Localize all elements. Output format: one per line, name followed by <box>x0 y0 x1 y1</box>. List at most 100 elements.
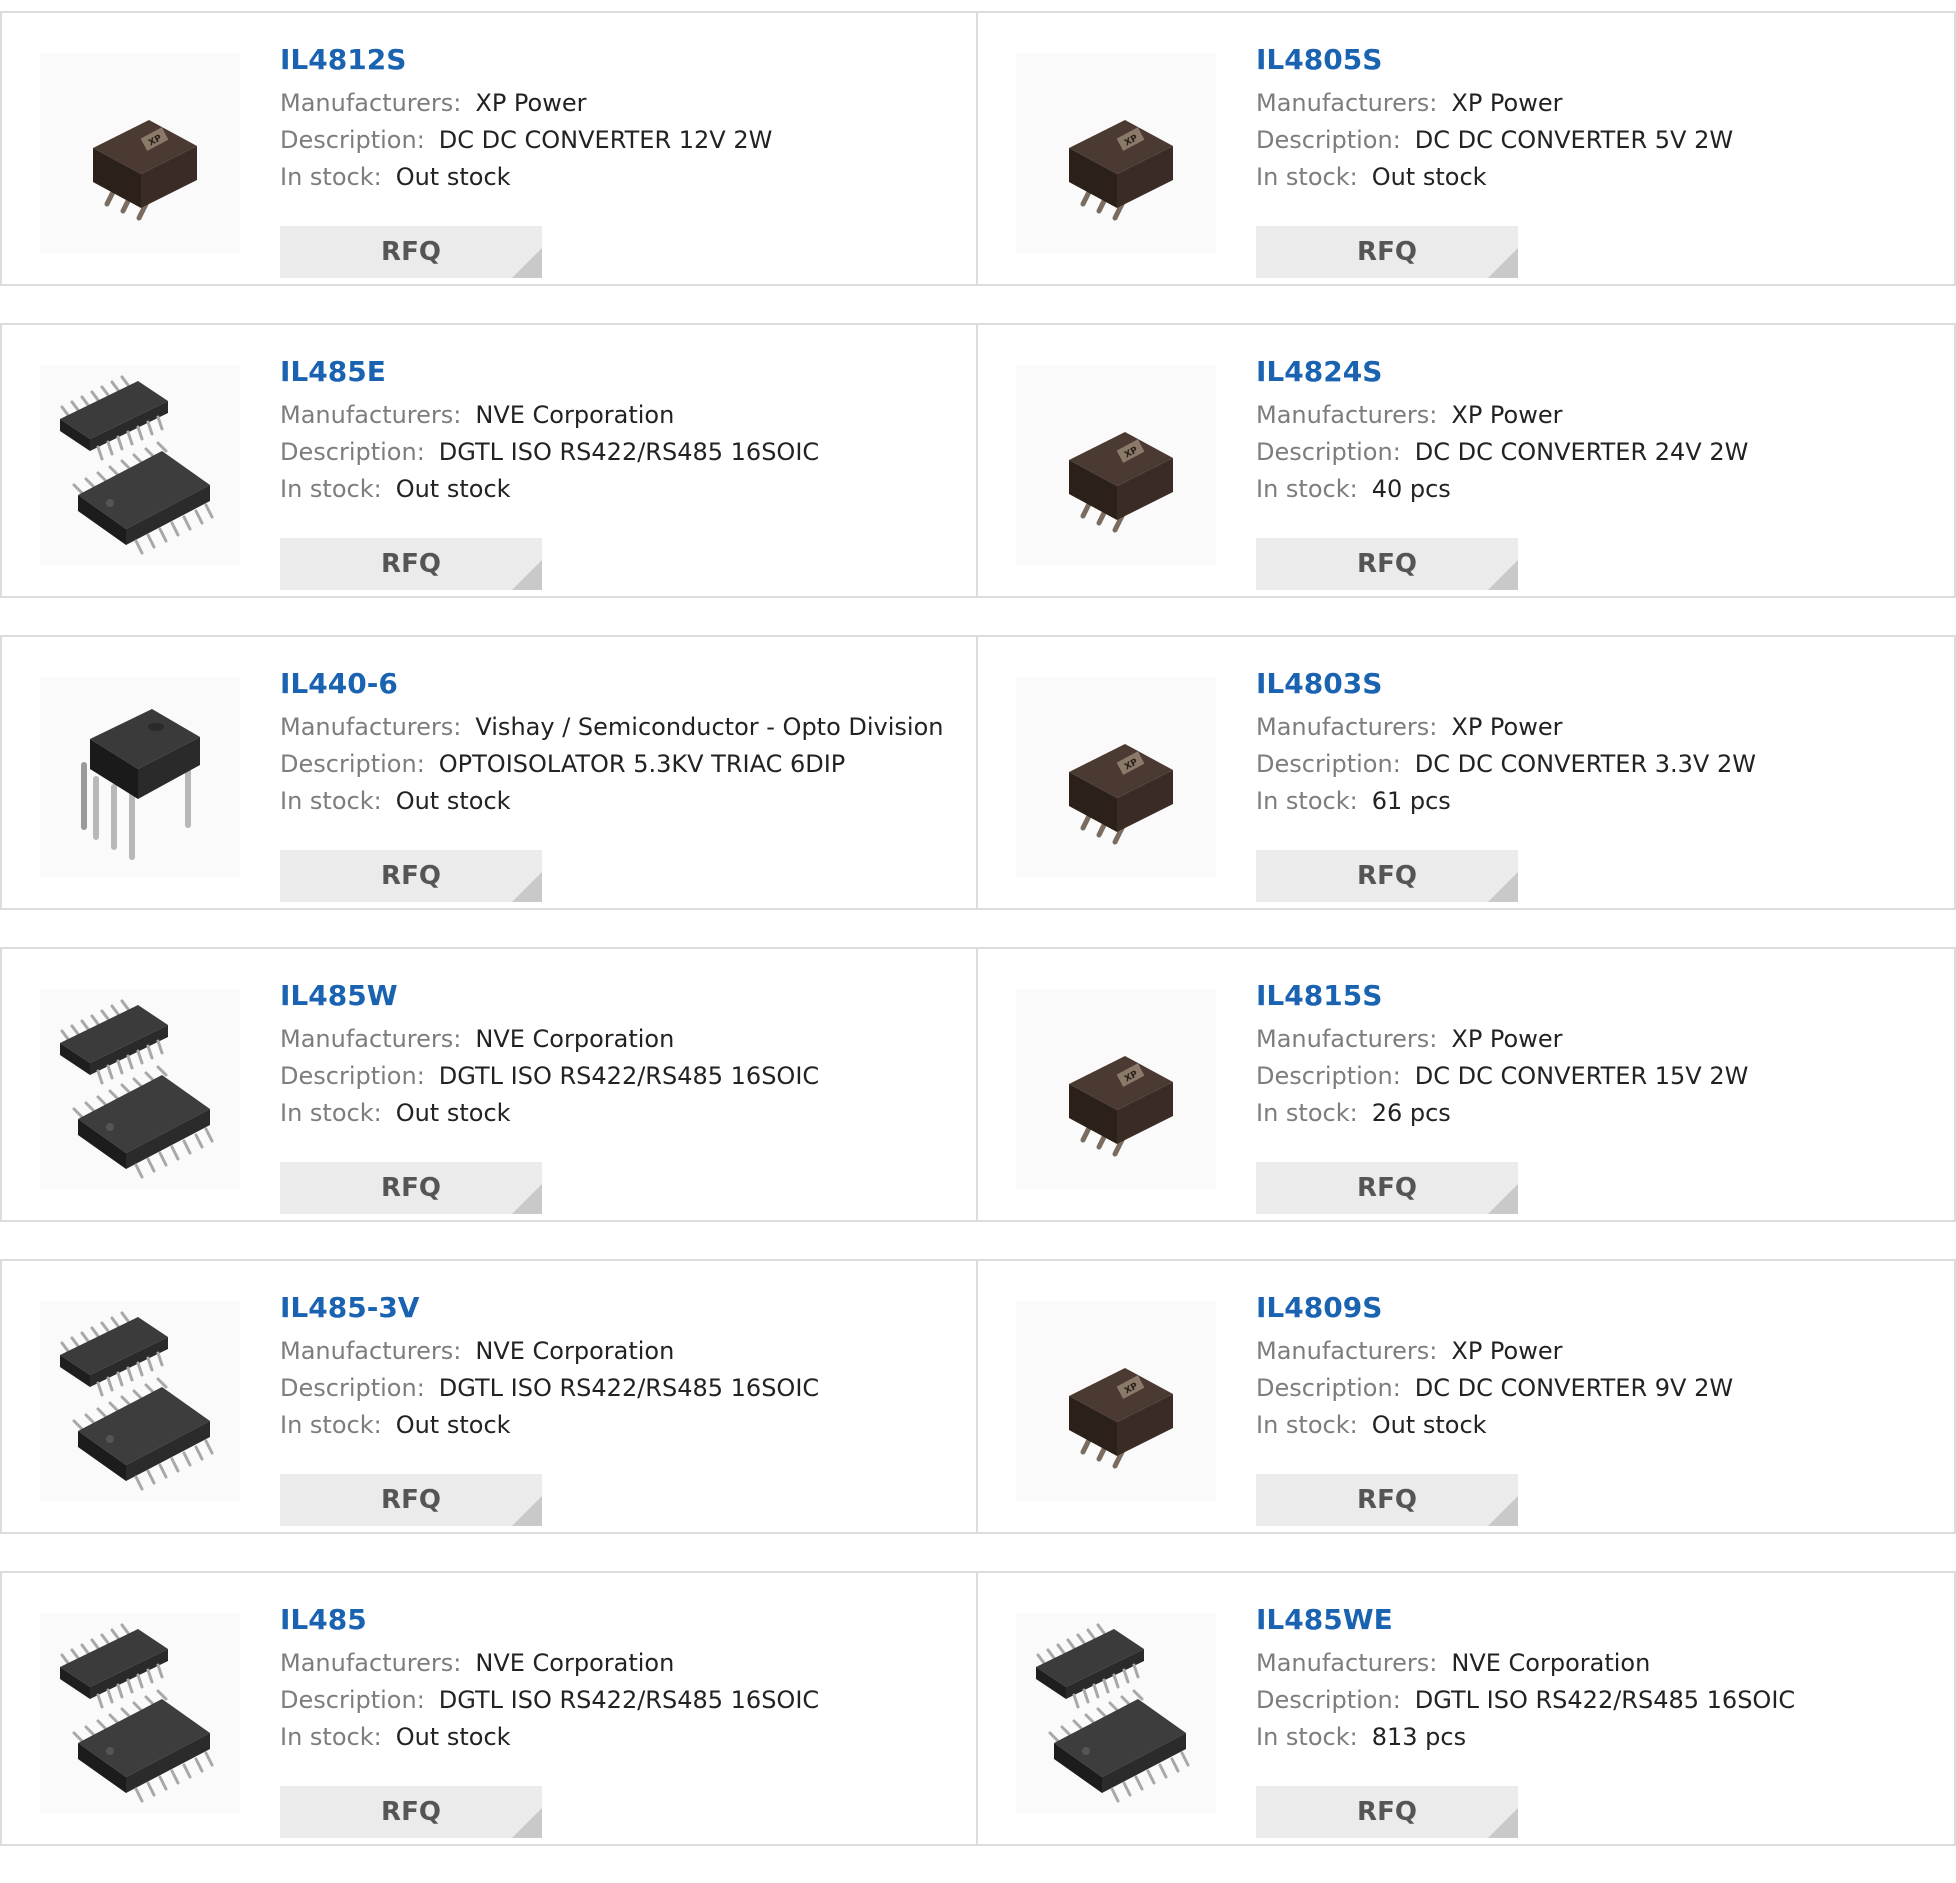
description-line: Description: DGTL ISO RS422/RS485 16SOIC <box>280 1370 956 1407</box>
part-number-link[interactable]: IL4809S <box>1256 1291 1934 1325</box>
product-image[interactable] <box>1016 1613 1216 1813</box>
product-card: IL485W Manufacturers: NVE Corporation Descr… <box>0 947 978 1222</box>
rfq-button[interactable]: RFQ <box>280 1162 542 1214</box>
product-image[interactable]: XP <box>1016 53 1216 253</box>
rfq-corner-decoration <box>512 248 542 278</box>
stock-line-label: In stock: <box>1256 475 1358 503</box>
manufacturer-line: Manufacturers: Vishay / Semiconductor - O… <box>280 709 956 746</box>
description-line-label: Description: <box>280 1062 425 1090</box>
manufacturer-line-value: XP Power <box>1451 713 1563 741</box>
description-line: Description: DC DC CONVERTER 9V 2W <box>1256 1370 1934 1407</box>
product-info: IL4815S Manufacturers: XP Power Description… <box>1256 979 1934 1214</box>
part-number-link[interactable]: IL440-6 <box>280 667 956 701</box>
part-number-link[interactable]: IL4803S <box>1256 667 1934 701</box>
product-image[interactable]: XP <box>1016 1301 1216 1501</box>
product-card: IL440-6 Manufacturers: Vishay / Semiconduc… <box>0 635 978 910</box>
product-image[interactable] <box>40 1301 240 1501</box>
manufacturer-line-label: Manufacturers: <box>1256 401 1438 429</box>
product-image[interactable]: XP <box>1016 365 1216 565</box>
rfq-corner-decoration <box>1488 560 1518 590</box>
rfq-corner-decoration <box>1488 1808 1518 1838</box>
part-number-link[interactable]: IL4824S <box>1256 355 1934 389</box>
rfq-button[interactable]: RFQ <box>280 1786 542 1838</box>
soic-chip-icon <box>50 1311 230 1491</box>
stock-line: In stock: Out stock <box>1256 159 1934 196</box>
product-card: IL485-3V Manufacturers: NVE Corporation Des… <box>0 1259 978 1534</box>
product-info: IL485W Manufacturers: NVE Corporation Descr… <box>280 979 956 1214</box>
stock-line: In stock: Out stock <box>280 783 956 820</box>
description-line: Description: DGTL ISO RS422/RS485 16SOIC <box>280 1058 956 1095</box>
soic-chip-icon <box>50 1623 230 1803</box>
rfq-button[interactable]: RFQ <box>1256 850 1518 902</box>
soic-chip-icon <box>50 375 230 555</box>
rfq-button[interactable]: RFQ <box>280 1474 542 1526</box>
rfq-button-label: RFQ <box>1357 237 1417 267</box>
part-number-link[interactable]: IL485 <box>280 1603 956 1637</box>
part-number-link[interactable]: IL485WE <box>1256 1603 1934 1637</box>
stock-line-value: 40 pcs <box>1371 475 1451 503</box>
description-line-value: DGTL ISO RS422/RS485 16SOIC <box>1414 1686 1796 1714</box>
rfq-button-label: RFQ <box>381 1173 441 1203</box>
product-info: IL4809S Manufacturers: XP Power Description… <box>1256 1291 1934 1526</box>
manufacturer-line-value: NVE Corporation <box>475 1649 675 1677</box>
part-number-link[interactable]: IL485E <box>280 355 956 389</box>
rfq-corner-decoration <box>1488 1184 1518 1214</box>
manufacturer-line: Manufacturers: NVE Corporation <box>280 397 956 434</box>
product-image[interactable]: XP <box>1016 677 1216 877</box>
product-image[interactable]: XP <box>40 53 240 253</box>
description-line-label: Description: <box>1256 1686 1401 1714</box>
description-line-value: DGTL ISO RS422/RS485 16SOIC <box>438 1374 820 1402</box>
rfq-button[interactable]: RFQ <box>280 538 542 590</box>
manufacturer-line-value: Vishay / Semiconductor - Opto Division <box>475 713 944 741</box>
product-row: IL485 Manufacturers: NVE Corporation Descri… <box>0 1571 1956 1846</box>
rfq-button[interactable]: RFQ <box>1256 1786 1518 1838</box>
product-image[interactable]: XP <box>1016 989 1216 1189</box>
product-image[interactable] <box>40 989 240 1189</box>
product-image[interactable] <box>40 1613 240 1813</box>
description-line-value: DC DC CONVERTER 3.3V 2W <box>1414 750 1756 778</box>
manufacturer-line-value: XP Power <box>1451 89 1563 117</box>
stock-line-label: In stock: <box>1256 1723 1358 1751</box>
description-line-value: DC DC CONVERTER 9V 2W <box>1414 1374 1734 1402</box>
manufacturer-line-label: Manufacturers: <box>1256 1337 1438 1365</box>
product-card: XP IL4809S Manufacturers: XP Power Descripti… <box>978 1259 1956 1534</box>
stock-line-value: Out stock <box>395 1723 511 1751</box>
stock-line-label: In stock: <box>280 475 382 503</box>
description-line-value: OPTOISOLATOR 5.3KV TRIAC 6DIP <box>438 750 846 778</box>
product-info: IL4803S Manufacturers: XP Power Description… <box>1256 667 1934 902</box>
product-card: IL485E Manufacturers: NVE Corporation Descr… <box>0 323 978 598</box>
manufacturer-line-value: NVE Corporation <box>1451 1649 1651 1677</box>
part-number-link[interactable]: IL485W <box>280 979 956 1013</box>
stock-line-label: In stock: <box>280 1411 382 1439</box>
rfq-button[interactable]: RFQ <box>1256 226 1518 278</box>
part-number-link[interactable]: IL4812S <box>280 43 956 77</box>
product-image[interactable] <box>40 677 240 877</box>
product-image[interactable] <box>40 365 240 565</box>
product-card: XP IL4803S Manufacturers: XP Power Descripti… <box>978 635 1956 910</box>
manufacturer-line-label: Manufacturers: <box>280 713 462 741</box>
rfq-button-label: RFQ <box>1357 1173 1417 1203</box>
product-row: XP IL4812S Manufacturers: XP Power Descripti… <box>0 11 1956 286</box>
manufacturer-line-value: XP Power <box>1451 1025 1563 1053</box>
part-number-link[interactable]: IL485-3V <box>280 1291 956 1325</box>
description-line-label: Description: <box>1256 126 1401 154</box>
rfq-button[interactable]: RFQ <box>1256 1474 1518 1526</box>
part-number-link[interactable]: IL4805S <box>1256 43 1934 77</box>
product-info: IL485E Manufacturers: NVE Corporation Descr… <box>280 355 956 590</box>
rfq-button[interactable]: RFQ <box>1256 1162 1518 1214</box>
stock-line-value: Out stock <box>395 163 511 191</box>
manufacturer-line-label: Manufacturers: <box>1256 89 1438 117</box>
stock-line: In stock: Out stock <box>1256 1407 1934 1444</box>
stock-line-label: In stock: <box>1256 787 1358 815</box>
rfq-button[interactable]: RFQ <box>280 226 542 278</box>
description-line-value: DC DC CONVERTER 24V 2W <box>1414 438 1749 466</box>
part-number-link[interactable]: IL4815S <box>1256 979 1934 1013</box>
description-line: Description: DGTL ISO RS422/RS485 16SOIC <box>1256 1682 1934 1719</box>
rfq-button[interactable]: RFQ <box>280 850 542 902</box>
rfq-button[interactable]: RFQ <box>1256 538 1518 590</box>
manufacturer-line-label: Manufacturers: <box>1256 1649 1438 1677</box>
stock-line: In stock: 61 pcs <box>1256 783 1934 820</box>
product-card: XP IL4805S Manufacturers: XP Power Descripti… <box>978 11 1956 286</box>
description-line: Description: DC DC CONVERTER 5V 2W <box>1256 122 1934 159</box>
stock-line-label: In stock: <box>1256 1099 1358 1127</box>
